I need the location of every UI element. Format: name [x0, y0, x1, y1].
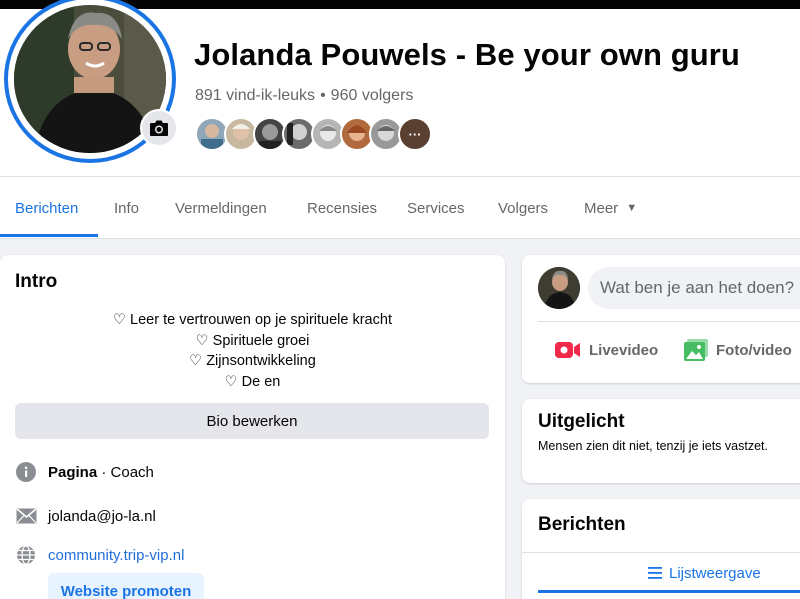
caret-down-icon: ▼: [626, 202, 638, 214]
edit-bio-button[interactable]: Bio bewerken: [15, 403, 489, 439]
post-composer: Wat ben je aan het doen? Livevideo Foto/…: [522, 255, 800, 383]
category-label[interactable]: Pagina: [48, 464, 97, 481]
likes-count[interactable]: 891 vind-ik-leuks: [195, 87, 315, 104]
tab-recensies[interactable]: Recensies: [307, 177, 377, 239]
promote-website-button[interactable]: Website promoten: [48, 573, 204, 599]
camera-icon: [150, 120, 168, 136]
page-stats: 891 vind-ik-leuks • 960 volgers: [195, 87, 413, 105]
posts-title: Berichten: [538, 514, 626, 535]
bio-line: ♡ Zijnsontwikkeling: [189, 353, 316, 369]
website-link[interactable]: community.trip-vip.nl: [48, 547, 184, 564]
category-row: Pagina · Coach: [15, 461, 154, 483]
posts-divider: [522, 552, 800, 553]
tab-berichten[interactable]: Berichten: [15, 177, 78, 239]
intro-title: Intro: [15, 271, 58, 292]
intro-card: Intro ♡ Leer te vertrouwen op je spiritu…: [0, 255, 505, 599]
tab-vermeldingen[interactable]: Vermeldingen: [175, 177, 267, 239]
bio-line: ♡ De en: [224, 373, 281, 390]
live-video-button[interactable]: Livevideo: [555, 337, 658, 363]
composer-divider: [538, 321, 800, 322]
change-photo-button[interactable]: [140, 109, 178, 147]
tab-services[interactable]: Services: [407, 177, 465, 239]
live-video-label: Livevideo: [589, 341, 659, 359]
list-icon: [648, 567, 662, 579]
tab-meer-label: Meer: [584, 199, 619, 217]
more-icon: ···: [408, 126, 422, 142]
category-value: · Coach: [101, 463, 154, 481]
info-icon: [15, 461, 37, 483]
more-followers-button[interactable]: ···: [398, 117, 432, 151]
posts-card: Berichten Lijstweergave: [522, 499, 800, 599]
followers-count[interactable]: 960 volgers: [331, 87, 414, 104]
composer-avatar[interactable]: [538, 267, 580, 309]
featured-subtitle: Mensen zien dit niet, tenzij je iets vas…: [538, 439, 768, 453]
photo-icon: [684, 339, 708, 361]
tab-volgers[interactable]: Volgers: [498, 177, 548, 239]
follower-avatars: ···: [195, 117, 432, 151]
list-view-tab[interactable]: Lijstweergave: [647, 561, 761, 585]
list-view-indicator: [538, 590, 800, 593]
email-row: jolanda@jo-la.nl: [15, 505, 156, 527]
featured-title: Uitgelicht: [538, 411, 625, 432]
bio-line: ♡ Spirituele groei: [195, 332, 310, 349]
bio-line: ♡ Leer te vertrouwen op je spirituele kr…: [113, 312, 392, 328]
page-title: Jolanda Pouwels - Be your own guru: [194, 37, 740, 72]
profile-picture[interactable]: [4, 0, 178, 163]
tab-meer[interactable]: Meer ▼: [584, 177, 637, 239]
photo-video-button[interactable]: Foto/video: [684, 337, 792, 363]
stats-separator: •: [320, 87, 326, 104]
email-value: jolanda@jo-la.nl: [48, 507, 156, 525]
composer-input[interactable]: Wat ben je aan het doen?: [588, 267, 800, 309]
featured-card: Uitgelicht Mensen zien dit niet, tenzij …: [522, 399, 800, 483]
tab-info[interactable]: Info: [114, 177, 139, 239]
website-row: community.trip-vip.nl: [15, 544, 184, 566]
page-header: Jolanda Pouwels - Be your own guru 891 v…: [0, 0, 800, 177]
list-view-label: Lijstweergave: [669, 564, 761, 582]
active-tab-indicator: [0, 234, 98, 237]
live-video-icon: [555, 340, 581, 360]
photo-video-label: Foto/video: [716, 341, 792, 359]
bio-text: ♡ Leer te vertrouwen op je spirituele kr…: [0, 310, 505, 392]
globe-icon: [15, 544, 37, 566]
page-tabs: Berichten Info Vermeldingen Recensies Se…: [0, 177, 800, 239]
envelope-icon: [15, 505, 37, 527]
